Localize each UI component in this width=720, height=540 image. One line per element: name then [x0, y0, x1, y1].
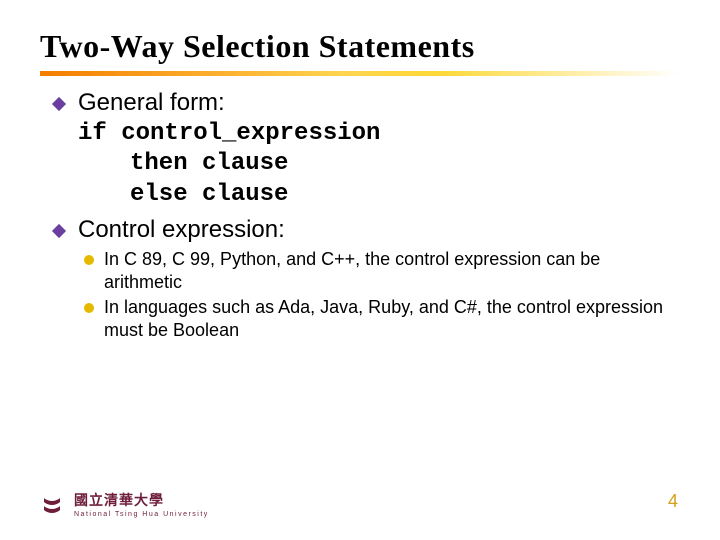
sub-bullet-2: In languages such as Ada, Java, Ruby, an…: [82, 296, 680, 342]
slide: Two-Way Selection Statements General for…: [0, 0, 720, 342]
university-name-cn: 國立清華大學: [74, 490, 209, 510]
diamond-bullet-icon: [52, 224, 66, 238]
diamond-bullet-icon: [52, 97, 66, 111]
disc-bullet-icon: [84, 255, 94, 265]
code-block: if control_expression then clause else c…: [78, 119, 680, 211]
bullet-text: Control expression:: [78, 215, 285, 246]
sub-bullet-text: In languages such as Ada, Java, Ruby, an…: [104, 296, 680, 342]
bullet-text: General form:: [78, 88, 225, 119]
university-text: 國立清華大學 National Tsing Hua University: [74, 490, 209, 518]
title-underline: [40, 71, 680, 76]
disc-bullet-icon: [84, 303, 94, 313]
code-line-2: then clause: [78, 149, 680, 180]
sub-bullet-text: In C 89, C 99, Python, and C++, the cont…: [104, 248, 680, 294]
sub-bullet-1: In C 89, C 99, Python, and C++, the cont…: [82, 248, 680, 294]
slide-title: Two-Way Selection Statements: [40, 28, 680, 65]
bullet-general-form: General form:: [48, 88, 680, 119]
code-line-1: if control_expression: [78, 119, 680, 150]
code-line-3: else clause: [78, 180, 680, 211]
bullet-control-expression: Control expression:: [48, 215, 680, 246]
page-number: 4: [668, 491, 678, 512]
content-area: General form: if control_expression then…: [40, 88, 680, 342]
sub-bullets: In C 89, C 99, Python, and C++, the cont…: [82, 248, 680, 342]
footer: 國立清華大學 National Tsing Hua University: [40, 490, 209, 518]
university-emblem-icon: [40, 492, 64, 516]
university-name-en: National Tsing Hua University: [74, 511, 209, 518]
